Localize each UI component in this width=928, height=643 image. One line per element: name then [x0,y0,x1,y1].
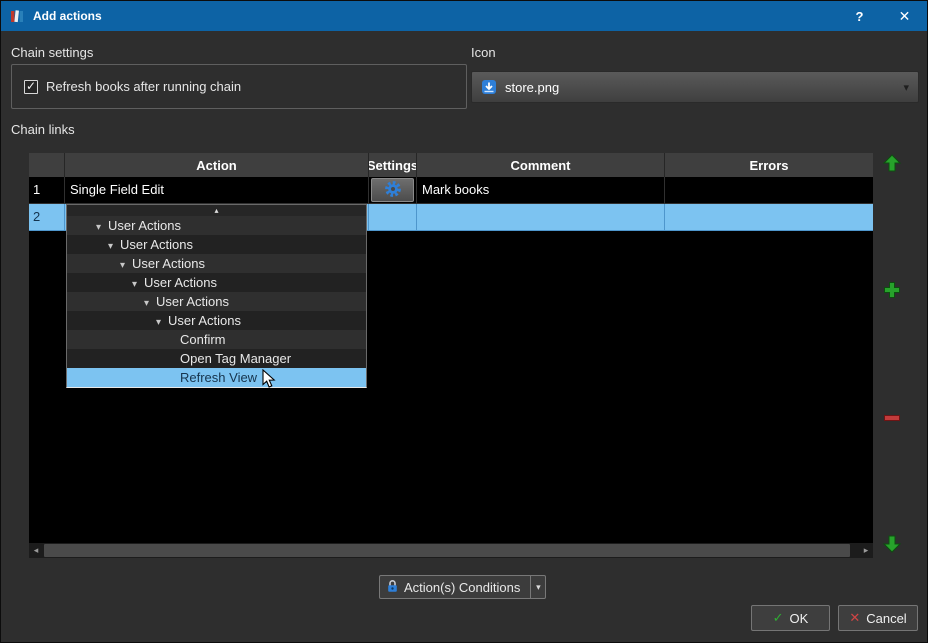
scroll-up-icon[interactable]: ▴ [67,205,366,216]
checkbox-label: Refresh books after running chain [46,79,242,94]
tree-expand-icon: ▾ [120,260,126,271]
chain-settings-label: Chain settings [11,45,94,60]
column-header-settings[interactable]: Settings [369,153,417,177]
settings-cell[interactable] [369,204,417,231]
table-header: Action Settings Comment Errors [29,153,873,177]
ok-label: OK [789,610,809,626]
action-conditions-button[interactable]: Action(s) Conditions [379,575,532,599]
dropdown-item-user-actions[interactable]: ▾ User Actions [67,292,366,311]
green-plus-icon [882,280,902,303]
horizontal-scrollbar[interactable]: ◂ ▸ [29,543,873,558]
tree-expand-icon: ▾ [144,298,150,309]
dropdown-item-user-actions[interactable]: ▾ User Actions [67,273,366,292]
dropdown-item-label: Refresh View [180,370,258,385]
dropdown-item-refresh-view[interactable]: Refresh View [67,368,366,387]
errors-cell[interactable] [665,177,873,204]
scroll-right-icon[interactable]: ▸ [859,543,873,558]
comment-cell[interactable]: Mark books [417,177,665,204]
store-icon [481,79,497,95]
add-link-button[interactable] [881,280,903,302]
conditions-label: Action(s) Conditions [404,579,521,595]
scroll-left-icon[interactable]: ◂ [29,543,43,558]
ok-button[interactable]: ✓ OK [751,605,830,631]
dropdown-item-label: User Actions [108,218,181,233]
dropdown-item-label: User Actions [144,275,217,290]
chain-settings-group: ✓ Refresh books after running chain [11,64,467,109]
dropdown-item-user-actions[interactable]: ▾ User Actions [67,216,366,235]
close-button[interactable]: ✕ [882,1,927,31]
refresh-books-checkbox[interactable]: ✓ Refresh books after running chain [24,79,241,94]
add-actions-dialog: Add actions ? ✕ Chain settings ✓ Refresh… [0,0,928,643]
column-header-action[interactable]: Action [65,153,369,177]
app-icon [9,8,25,24]
icon-combobox-value: store.png [505,79,560,95]
errors-cell[interactable] [665,204,873,231]
action-dropdown-list: ▾ User Actions ▾ User Actions ▾ User Action… [67,216,366,387]
remove-link-button[interactable] [881,408,903,430]
dropdown-item-label: User Actions [120,237,193,252]
conditions-dropdown-button[interactable]: ▾ [531,575,547,599]
icon-label: Icon [471,45,496,60]
dropdown-item-user-actions[interactable]: ▾ User Actions [67,235,366,254]
row-number: 2 [29,204,65,231]
checkmark-icon: ✓ [25,79,37,93]
titlebar[interactable]: Add actions ? ✕ [1,1,927,31]
action-dropdown: ▴ ▾ User Actions ▾ User Actions ▾ User Acti… [66,204,367,388]
checkbox-icon[interactable]: ✓ [24,79,38,94]
red-cross-icon: ✕ [849,610,861,625]
comment-cell[interactable] [417,204,665,231]
window-title: Add actions [33,9,102,23]
icon-combobox[interactable]: store.png ▾ [471,71,919,103]
tree-expand-icon: ▾ [108,241,114,252]
tree-expand-icon: ▾ [132,279,138,290]
table-row[interactable]: 1 Single Field Edit Mark books [29,177,873,204]
red-minus-icon [882,408,902,431]
help-button[interactable]: ? [837,1,882,31]
move-down-button[interactable] [881,534,903,556]
green-check-icon: ✓ [772,610,784,625]
chevron-down-icon: ▾ [536,581,541,592]
dropdown-item-confirm[interactable]: Confirm [67,330,366,349]
green-up-arrow-icon [882,153,902,176]
dropdown-item-open-tag-manager[interactable]: Open Tag Manager [67,349,366,368]
gear-icon [384,180,402,201]
cancel-button[interactable]: ✕ Cancel [838,605,918,631]
row-number: 1 [29,177,65,204]
dropdown-item-label: User Actions [156,294,229,309]
column-header-errors[interactable]: Errors [665,153,873,177]
chevron-down-icon: ▾ [903,81,909,94]
column-header-comment[interactable]: Comment [417,153,665,177]
tree-expand-icon: ▾ [96,222,102,233]
dropdown-item-label: User Actions [132,256,205,271]
move-up-button[interactable] [881,153,903,175]
conditions-control: Action(s) Conditions ▾ [379,575,547,599]
dropdown-item-label: User Actions [168,313,241,328]
lock-icon [386,579,399,596]
settings-cell [369,177,417,204]
dropdown-item-label: Confirm [180,332,226,347]
tree-expand-icon: ▾ [156,317,162,328]
green-down-arrow-icon [882,534,902,557]
dropdown-item-label: Open Tag Manager [180,351,292,366]
action-cell[interactable]: Single Field Edit [65,177,369,204]
chain-links-label: Chain links [11,122,75,137]
settings-button[interactable] [371,178,414,202]
dropdown-item-user-actions[interactable]: ▾ User Actions [67,254,366,273]
dropdown-item-user-actions[interactable]: ▾ User Actions [67,311,366,330]
cancel-label: Cancel [866,610,907,626]
table-corner [29,153,65,177]
scrollbar-thumb[interactable] [44,544,850,557]
